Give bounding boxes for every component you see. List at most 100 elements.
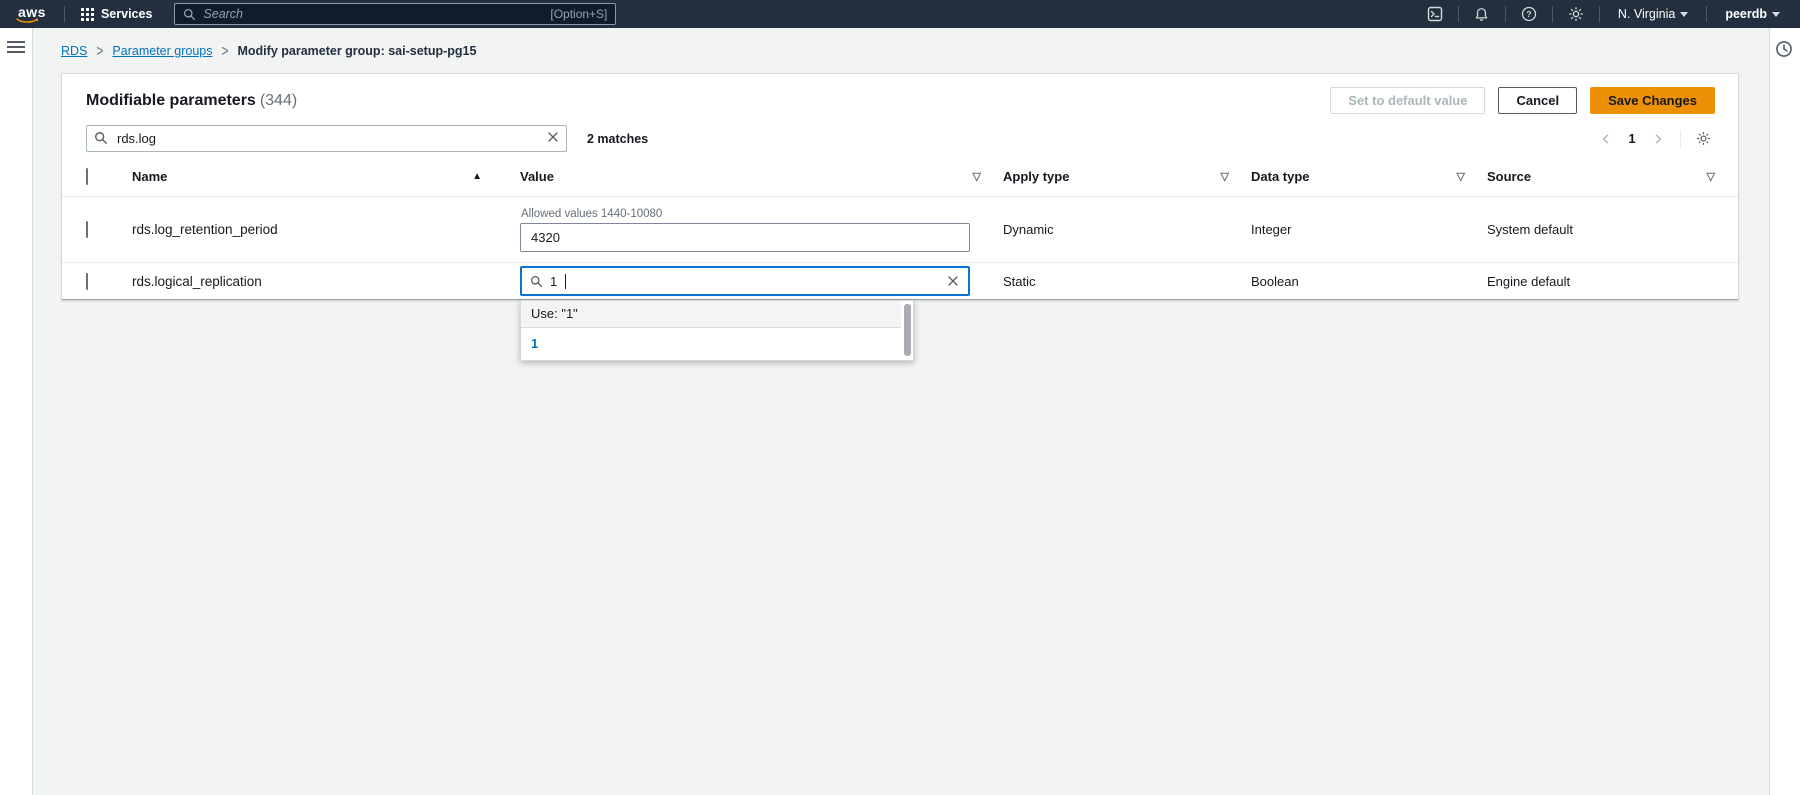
next-page-button[interactable] [1646,127,1670,151]
services-menu-button[interactable]: Services [73,7,160,21]
cloudshell-button[interactable] [1420,1,1450,27]
aws-logo[interactable]: aws [12,4,56,24]
hamburger-menu-button[interactable] [7,41,25,53]
account-menu[interactable]: peerdb [1715,7,1790,21]
source-cell: System default [1487,222,1715,237]
dropdown-option[interactable]: 1 [521,328,913,360]
global-search-input[interactable] [203,7,543,21]
breadcrumb-separator-icon: > [96,42,103,60]
help-button[interactable]: ? [1514,1,1544,27]
right-sidebar-rail [1769,28,1800,795]
table-row: rds.log_retention_period Allowed values … [62,197,1738,263]
select-all-checkbox[interactable] [86,168,88,185]
data-type-cell: Integer [1251,222,1487,237]
filter-icon[interactable]: ▽ [1221,170,1229,183]
page-title: Modifiable parameters(344) [86,92,297,110]
nav-divider [1706,6,1707,22]
left-sidebar-rail [0,28,33,795]
column-header-data-type: Data type ▽ [1251,169,1487,184]
column-label: Source [1487,169,1531,184]
global-search-box[interactable]: [Option+S] [174,3,616,25]
services-grid-icon [81,8,94,21]
notifications-panel-button[interactable] [1775,40,1795,58]
search-shortcut-hint: [Option+S] [550,7,607,21]
use-entered-value-option[interactable]: Use: "1" [521,301,901,328]
filter-icon[interactable]: ▽ [1457,170,1465,183]
column-header-apply-type: Apply type ▽ [1003,169,1251,184]
clock-icon [1775,40,1793,58]
filter-icon[interactable]: ▽ [1707,170,1715,183]
table-row: rds.logical_replication 1 Use: "1" 1 [62,263,1738,300]
breadcrumb: RDS > Parameter groups > Modify paramete… [33,28,1769,68]
parameter-filter-input[interactable] [86,125,567,152]
clear-filter-icon[interactable] [546,130,560,144]
column-header-source: Source ▽ [1487,169,1715,184]
parameter-count: (344) [260,92,297,109]
settings-button[interactable] [1561,1,1591,27]
source-cell: Engine default [1487,274,1715,289]
apply-type-cell: Dynamic [1003,222,1251,237]
nav-divider [1599,6,1600,22]
data-type-cell: Boolean [1251,274,1487,289]
services-label: Services [101,7,152,21]
column-label: Value [520,169,554,184]
row-checkbox[interactable] [86,273,88,290]
clear-value-icon[interactable] [946,274,960,288]
svg-text:?: ? [1526,9,1531,19]
allowed-values-hint: Allowed values 1440-10080 [521,208,1003,220]
column-label: Apply type [1003,169,1069,184]
table-preferences-button[interactable] [1691,127,1715,151]
previous-page-button[interactable] [1594,127,1618,151]
parameter-value-input[interactable] [520,223,970,252]
parameter-filter-box [86,125,567,152]
set-to-default-button[interactable]: Set to default value [1330,87,1485,114]
nav-divider [1505,6,1506,22]
parameter-value-combobox[interactable]: 1 [520,266,970,296]
region-label: N. Virginia [1618,7,1675,21]
search-icon [530,275,543,288]
nav-divider [1552,6,1553,22]
account-label: peerdb [1725,7,1767,21]
help-icon: ? [1521,6,1537,22]
region-selector[interactable]: N. Virginia [1608,7,1698,21]
page-number[interactable]: 1 [1622,131,1642,146]
dropdown-scrollbar[interactable] [904,304,911,356]
filter-icon[interactable]: ▽ [973,170,981,183]
parameter-name: rds.logical_replication [132,274,520,289]
autocomplete-dropdown: Use: "1" 1 [520,300,914,361]
top-navigation: aws Services [Option+S] ? N. Virginia [0,0,1800,28]
nav-divider [1458,6,1459,22]
cancel-button[interactable]: Cancel [1498,87,1577,114]
save-changes-button[interactable]: Save Changes [1590,87,1715,114]
gear-icon [1568,6,1584,22]
cloudshell-icon [1427,6,1443,22]
row-checkbox[interactable] [86,221,88,238]
gear-icon [1696,131,1711,146]
breadcrumb-separator-icon: > [221,42,228,60]
modifiable-parameters-card: Modifiable parameters(344) Set to defaul… [61,73,1739,301]
column-label: Name [132,169,167,184]
nav-divider [64,6,65,22]
breadcrumb-link-parameter-groups[interactable]: Parameter groups [112,44,212,58]
breadcrumb-current: Modify parameter group: sai-setup-pg15 [238,44,477,58]
column-label: Data type [1251,169,1310,184]
match-count: 2 matches [587,132,648,146]
table-header-row: Name ▲ Value ▽ Apply type ▽ Data type ▽ … [62,156,1738,197]
page-title-text: Modifiable parameters [86,92,256,109]
apply-type-cell: Static [1003,274,1251,289]
chevron-down-icon [1772,12,1780,17]
text-cursor [565,274,566,289]
search-icon [183,8,196,21]
column-header-name[interactable]: Name ▲ [132,169,520,184]
pagination: 1 [1594,127,1715,151]
bell-icon [1474,7,1489,22]
aws-smile-icon [16,18,38,24]
combobox-value: 1 [550,274,557,289]
breadcrumb-link-rds[interactable]: RDS [61,44,87,58]
chevron-down-icon [1680,12,1688,17]
parameter-name: rds.log_retention_period [132,222,520,237]
sort-ascending-icon[interactable]: ▲ [472,171,482,182]
column-header-value: Value ▽ [520,169,1003,184]
notifications-button[interactable] [1467,1,1497,27]
pager-divider [1680,130,1681,148]
